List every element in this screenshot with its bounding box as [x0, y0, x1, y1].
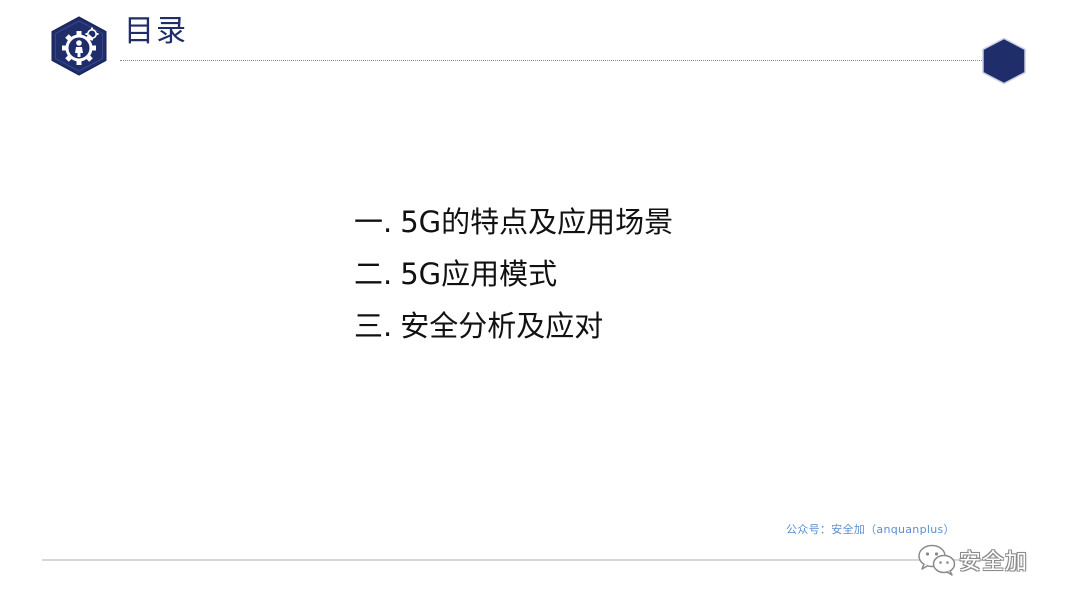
- toc-item-number: 二: [354, 257, 384, 291]
- wechat-account-name: 安全加: [959, 550, 1029, 575]
- toc-item-label: 安全分析及应对: [400, 309, 604, 343]
- title-divider: [120, 60, 986, 61]
- toc-item-separator: .: [383, 257, 393, 291]
- footer-divider: [42, 559, 984, 561]
- toc-item-label: 5G的特点及应用场景: [400, 205, 674, 239]
- watermark-text: 公众号：安全加（anquanplus）: [786, 523, 955, 536]
- toc-item-separator: .: [383, 205, 393, 239]
- toc-item-number: 一: [354, 205, 384, 239]
- toc-item-number: 三: [354, 309, 384, 343]
- toc-item-1[interactable]: 一. 5G的特点及应用场景: [354, 196, 673, 248]
- hexagon-gear-person-icon: [51, 16, 107, 76]
- toc-item-label: 5G应用模式: [400, 257, 558, 291]
- wechat-badge: 安全加: [917, 542, 1028, 578]
- wechat-icon: [918, 544, 956, 576]
- slide: 目录 一. 5G的特点及应用场景 二. 5G应用模式 三. 安全分析及应对 公众号：安…: [0, 0, 1080, 608]
- toc-item-separator: .: [383, 309, 393, 343]
- toc-item-2[interactable]: 二. 5G应用模式: [354, 248, 673, 300]
- toc-list: 一. 5G的特点及应用场景 二. 5G应用模式 三. 安全分析及应对: [354, 196, 673, 352]
- page-title: 目录: [124, 14, 188, 49]
- hexagon-icon: [982, 37, 1026, 85]
- toc-item-3[interactable]: 三. 安全分析及应对: [354, 300, 673, 352]
